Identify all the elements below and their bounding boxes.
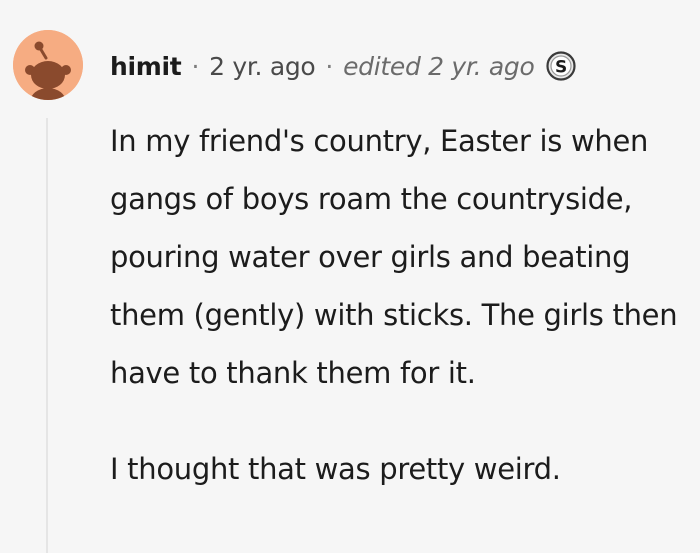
timestamp[interactable]: 2 yr. ago <box>209 52 316 81</box>
comment-paragraph: I thought that was pretty weird. <box>110 452 561 486</box>
user-avatar[interactable] <box>13 30 83 100</box>
edited-timestamp: edited 2 yr. ago <box>343 51 535 81</box>
snoo-avatar-icon <box>13 30 83 100</box>
silver-award-icon[interactable]: S <box>546 51 577 81</box>
thread-line[interactable] <box>46 118 48 553</box>
comment-body: In my friend's country, Easter is when g… <box>110 112 690 498</box>
comment-paragraph: In my friend's country, Easter is when g… <box>110 124 678 390</box>
svg-text:S: S <box>555 58 567 78</box>
comment-meta: himit · 2 yr. ago · edited 2 yr. ago S <box>110 46 577 86</box>
separator-dot: · <box>325 51 334 81</box>
username-link[interactable]: himit <box>110 52 182 81</box>
separator-dot: · <box>191 51 200 81</box>
